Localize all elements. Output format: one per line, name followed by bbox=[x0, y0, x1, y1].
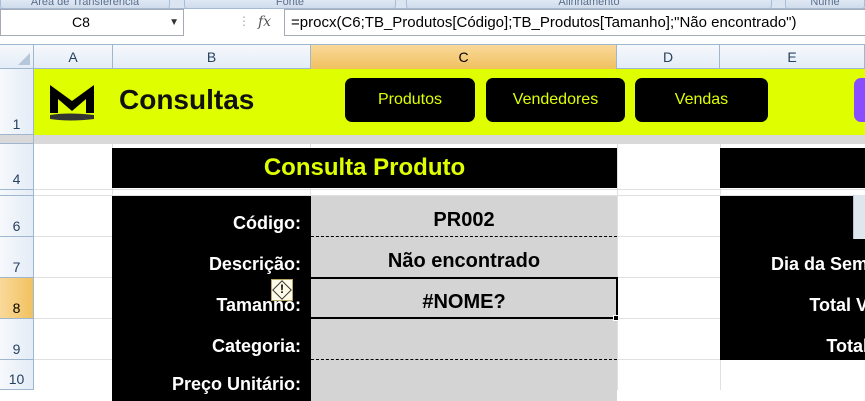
value-categoria[interactable] bbox=[311, 319, 617, 360]
row-header-7[interactable]: 7 bbox=[0, 237, 34, 278]
brand-logo bbox=[48, 81, 96, 123]
insert-function-button[interactable]: fx bbox=[258, 14, 278, 34]
row-header-10[interactable]: 10 bbox=[0, 360, 34, 390]
chevron-down-icon[interactable]: ▼ bbox=[169, 10, 179, 35]
label-text: Total V bbox=[809, 295, 865, 315]
label-text: Total bbox=[826, 336, 865, 356]
right-panel-title bbox=[720, 148, 865, 188]
row-number: 9 bbox=[12, 341, 21, 357]
label-text: Dia da Sem bbox=[770, 254, 865, 274]
gridline bbox=[34, 189, 865, 190]
ribbon-group-labels: Área de Transferência Fonte Alinhamento … bbox=[0, 0, 865, 9]
label-descricao: Descrição: bbox=[112, 237, 311, 278]
name-box[interactable]: C8 ▼ bbox=[0, 9, 184, 36]
row-number: 4 bbox=[12, 171, 21, 187]
select-all-icon bbox=[18, 53, 30, 65]
right-label-3: Total V bbox=[720, 278, 865, 319]
header-divider bbox=[34, 135, 865, 144]
nav-extra-button[interactable] bbox=[854, 78, 865, 122]
value-preco-unitario[interactable] bbox=[311, 360, 617, 401]
ribbon-group-alignment: Alinhamento bbox=[406, 0, 772, 8]
row-header-9[interactable]: 9 bbox=[0, 319, 34, 360]
fill-handle[interactable] bbox=[613, 315, 619, 321]
page-title: Consultas bbox=[119, 84, 255, 115]
row-number: 8 bbox=[12, 300, 21, 316]
active-cell-border bbox=[309, 277, 618, 319]
column-header-d[interactable]: D bbox=[617, 45, 720, 69]
label-text: Código: bbox=[233, 213, 301, 233]
ribbon-group-font: Fonte bbox=[184, 0, 396, 8]
right-label-4: Total bbox=[720, 319, 865, 360]
row-header-hidden bbox=[0, 135, 34, 144]
exclamation-icon: ! bbox=[280, 282, 284, 296]
column-header-e[interactable]: E bbox=[720, 45, 865, 69]
gridline bbox=[617, 144, 618, 390]
row-number: 1 bbox=[12, 116, 21, 132]
row-header-1[interactable]: 1 bbox=[0, 69, 34, 135]
formula-bar-grip-icon: ⋮ bbox=[238, 14, 250, 32]
value-text: Não encontrado bbox=[387, 250, 541, 272]
row-header-8[interactable]: 8 bbox=[0, 278, 34, 319]
right-label-1: D bbox=[720, 196, 865, 237]
row-number: 10 bbox=[8, 371, 25, 387]
error-warning-icon[interactable]: ! bbox=[271, 279, 293, 301]
value-codigo[interactable]: PR002 bbox=[311, 196, 617, 237]
label-text: Preço Unitário: bbox=[171, 374, 301, 394]
column-header-a[interactable]: A bbox=[34, 45, 113, 69]
name-box-value: C8 bbox=[72, 14, 90, 30]
label-text: Categoria: bbox=[211, 336, 301, 356]
column-header-b[interactable]: B bbox=[113, 45, 311, 69]
label-categoria: Categoria: bbox=[112, 319, 311, 360]
ribbon-group-number: Núme bbox=[785, 0, 865, 8]
row-header-6[interactable]: 6 bbox=[0, 196, 34, 237]
formula-input[interactable]: =procx(C6;TB_Produtos[Código];TB_Produto… bbox=[284, 9, 865, 36]
select-all-button[interactable] bbox=[0, 45, 34, 69]
nav-vendas-button[interactable]: Vendas bbox=[635, 78, 768, 122]
ribbon-group-clipboard: Área de Transferência bbox=[0, 0, 170, 8]
value-text: PR002 bbox=[433, 209, 495, 231]
row-header-4[interactable]: 4 bbox=[0, 144, 34, 190]
value-descricao[interactable]: Não encontrado bbox=[311, 237, 617, 278]
label-preco-unitario: Preço Unitário: bbox=[112, 360, 311, 401]
nav-vendedores-button[interactable]: Vendedores bbox=[486, 78, 625, 122]
row-number: 6 bbox=[12, 218, 21, 234]
right-label-2: Dia da Sem bbox=[720, 237, 865, 278]
row-number: 7 bbox=[12, 259, 21, 275]
nav-produtos-button[interactable]: Produtos bbox=[345, 78, 475, 122]
form-title: Consulta Produto bbox=[112, 148, 617, 188]
vertical-scrollbar[interactable] bbox=[853, 195, 865, 239]
label-text: Descrição: bbox=[208, 254, 301, 274]
column-headers: A B C D E bbox=[0, 45, 865, 69]
label-codigo: Código: bbox=[112, 196, 311, 237]
column-header-c[interactable]: C bbox=[311, 45, 617, 69]
